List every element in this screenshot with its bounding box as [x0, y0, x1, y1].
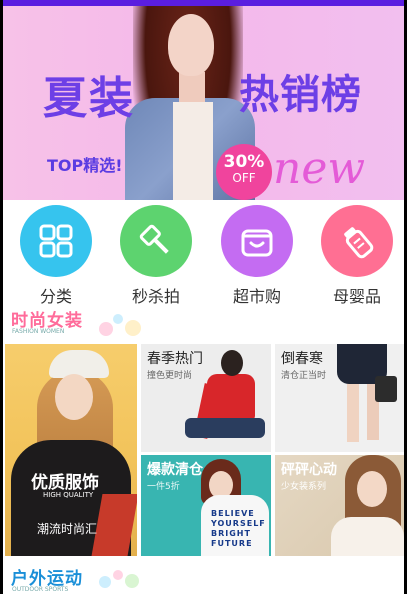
- tile-title: 优质服饰: [31, 473, 99, 493]
- category-item-classify[interactable]: 分类: [16, 205, 96, 307]
- tile-subtitle: 清仓正当时: [281, 371, 327, 381]
- tile-subtitle: 撞色更时尚: [147, 371, 193, 381]
- banner-model-shirt: [173, 102, 213, 200]
- gavel-icon: [120, 205, 192, 277]
- banner-model-face: [168, 14, 214, 76]
- category-nav: 分类 秒杀拍 超市购 母婴品: [3, 200, 404, 306]
- tile-early-spring[interactable]: 倒春寒 清仓正当时: [275, 344, 404, 452]
- tile-subtitle: 一件5折: [147, 482, 180, 492]
- section-subtitle: FASHION WOMEN: [12, 328, 65, 335]
- tile-model-head: [221, 350, 243, 376]
- tile-model-cap: [49, 350, 109, 378]
- tile-model-sweater: [207, 374, 255, 420]
- baby-bottle-icon: [321, 205, 393, 277]
- tile-caption: 潮流时尚汇: [37, 522, 98, 536]
- decor-dot: [99, 576, 111, 588]
- tile-quality-clothing[interactable]: 优质服饰 HIGH QUALITY 潮流时尚汇: [5, 344, 137, 556]
- category-item-flash-sale[interactable]: 秒杀拍: [116, 205, 196, 307]
- shop-icon: [221, 205, 293, 277]
- promo-banner[interactable]: 夏装 热销榜 TOP精选! 30% OFF new: [3, 6, 404, 200]
- banner-decor-word: new: [273, 143, 366, 194]
- decor-dot: [125, 320, 141, 336]
- grid-icon: [20, 205, 92, 277]
- tile-model-leg: [347, 382, 359, 442]
- discount-value: 30%: [223, 152, 265, 172]
- tile-handbag: [375, 376, 397, 402]
- tile-title: 砰砰心动: [281, 462, 337, 478]
- decor-dot: [125, 574, 139, 588]
- banner-title-right: 热销榜: [239, 71, 362, 118]
- tile-clearance[interactable]: BELIEVE YOURSELF BRIGHT FUTURE 爆款清仓 一件5折: [141, 455, 271, 556]
- tile-model-jeans: [185, 418, 265, 438]
- section-subtitle: OUTDOOR SPORTS: [12, 586, 69, 593]
- discount-badge: 30% OFF: [216, 144, 272, 200]
- tile-model-face: [55, 374, 93, 420]
- tile-subtitle: HIGH QUALITY: [43, 491, 94, 499]
- section-header-fashion: 时尚女装 FASHION WOMEN: [3, 304, 404, 342]
- tile-title: 春季热门: [147, 351, 203, 367]
- category-item-supermarket[interactable]: 超市购: [217, 205, 297, 307]
- section-header-outdoor: 户外运动 OUTDOOR SPORTS: [3, 562, 404, 594]
- fashion-grid: 优质服饰 HIGH QUALITY 潮流时尚汇 春季热门 撞色更时尚 倒春寒 清…: [5, 344, 404, 559]
- tile-title: 倒春寒: [281, 351, 323, 367]
- banner-model-neck: [179, 72, 205, 102]
- hoodie-print-text: BELIEVE YOURSELF BRIGHT FUTURE: [211, 509, 266, 548]
- tile-model-face: [357, 471, 387, 507]
- decor-dot: [99, 322, 113, 336]
- banner-tagline: TOP精选!: [47, 156, 123, 175]
- tile-subtitle: 少女装系列: [281, 482, 327, 492]
- tile-spring-hot[interactable]: 春季热门 撞色更时尚: [141, 344, 271, 452]
- app-frame: 夏装 热销榜 TOP精选! 30% OFF new 分类 秒杀拍 超市购 母婴品…: [3, 0, 404, 594]
- category-item-mother-baby[interactable]: 母婴品: [317, 205, 397, 307]
- discount-label: OFF: [232, 171, 256, 185]
- tile-title: 爆款清仓: [147, 462, 203, 478]
- tile-heartbeat[interactable]: 砰砰心动 少女装系列: [275, 455, 404, 556]
- decor-dot: [113, 314, 123, 324]
- decor-dot: [113, 570, 123, 580]
- tile-model-shirt: [331, 517, 404, 556]
- banner-title-left: 夏装: [43, 73, 135, 124]
